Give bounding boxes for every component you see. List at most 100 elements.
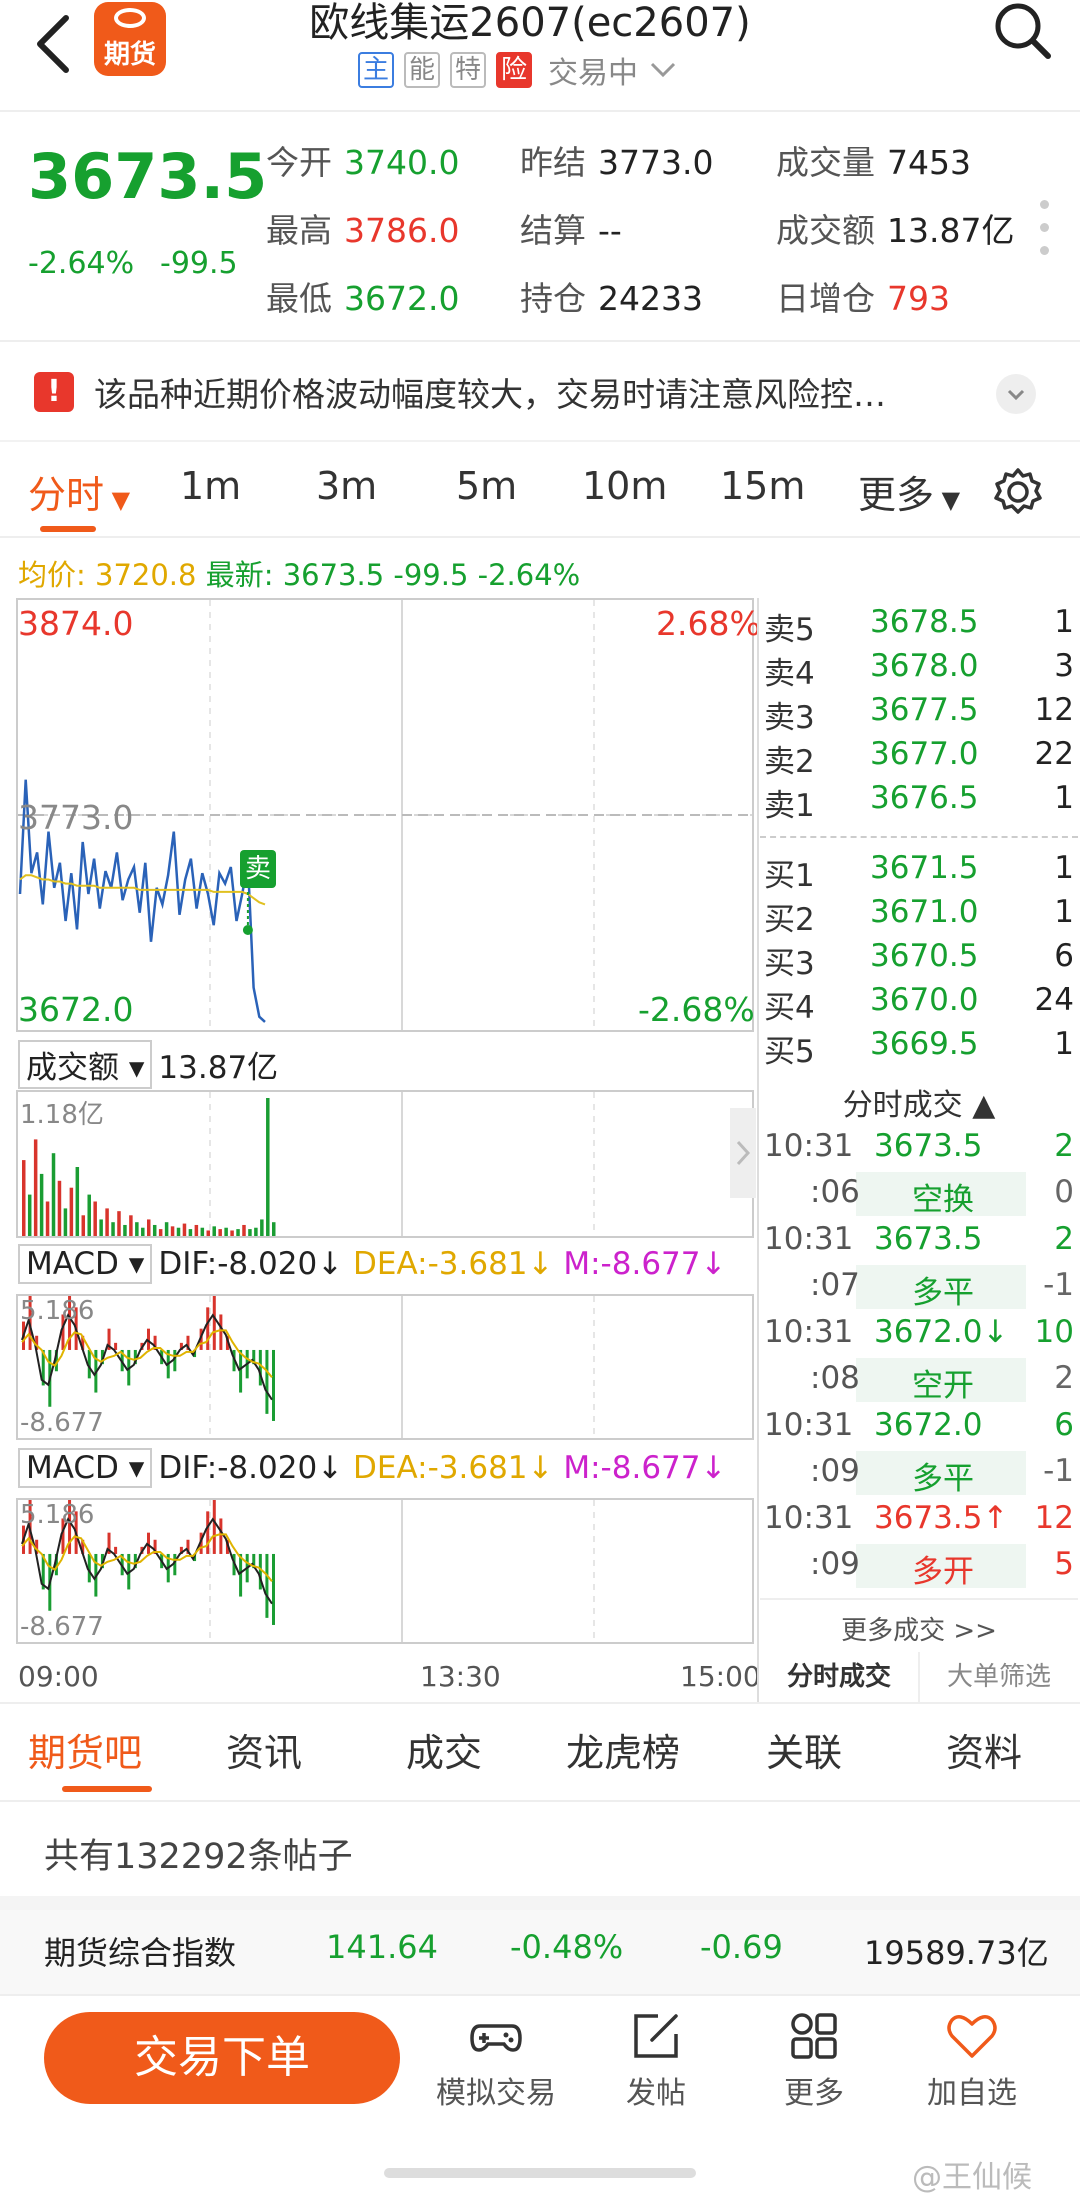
trade-detail-row: :09 多平 -1 bbox=[762, 1453, 1074, 1499]
macd-bar bbox=[239, 1349, 243, 1393]
tab-more[interactable]: 更多 ▼ bbox=[858, 464, 960, 519]
tab-10m[interactable]: 10m bbox=[582, 464, 667, 508]
bid-level[interactable]: 买4 3670.0 24 bbox=[762, 982, 1074, 1026]
chevron-down-icon[interactable] bbox=[648, 60, 678, 80]
index-turnover: 19589.73亿 bbox=[864, 1934, 1049, 1972]
risk-warning-text[interactable]: 该品种近期价格波动幅度较大，交易时请注意风险控… bbox=[94, 368, 886, 416]
trading-status: 交易中 bbox=[548, 56, 638, 91]
tab-futures-forum[interactable]: 期货吧 bbox=[28, 1722, 142, 1777]
trade-time: 10:31 bbox=[764, 1500, 854, 1536]
tab-15m[interactable]: 15m bbox=[720, 464, 805, 508]
macd-header-2[interactable]: MACD ▾ DIF:-8.020↓ DEA:-3.681↓ M:-8.677↓ bbox=[18, 1448, 726, 1488]
ask-level-price: 3678.0 bbox=[870, 648, 979, 684]
turnover-bar bbox=[129, 1215, 133, 1236]
contract-title: 欧线集运2607(ec2607) bbox=[309, 0, 751, 46]
ask-level-price: 3677.5 bbox=[870, 692, 979, 728]
search-icon[interactable] bbox=[992, 0, 1052, 60]
tag-main-contract[interactable]: 主 bbox=[358, 52, 394, 88]
simulated-trading-button[interactable]: 模拟交易 bbox=[426, 2008, 566, 2112]
ask-level[interactable]: 卖1 3676.5 1 bbox=[762, 780, 1074, 824]
tab-trades[interactable]: 成交 bbox=[406, 1722, 482, 1777]
trade-oi-change: -1 bbox=[1043, 1267, 1074, 1303]
sell-marker-dot bbox=[242, 925, 253, 935]
macd-chart-1[interactable] bbox=[16, 1294, 754, 1440]
expand-side-panel-handle[interactable] bbox=[730, 1108, 756, 1198]
turnover-indicator-header[interactable]: 成交额 ▾ 13.87亿 bbox=[18, 1040, 278, 1089]
post-button[interactable]: 发帖 bbox=[586, 2008, 726, 2112]
time-and-sales-title[interactable]: 分时成交 ▲ bbox=[760, 1080, 1078, 1124]
tab-3m[interactable]: 3m bbox=[316, 464, 377, 508]
trade-time: 10:31 bbox=[764, 1314, 854, 1350]
turnover-bar bbox=[152, 1224, 157, 1236]
ask-level[interactable]: 卖3 3677.5 12 bbox=[762, 692, 1074, 736]
trade-qty: 2 bbox=[1054, 1128, 1074, 1164]
add-to-watchlist-button[interactable]: 加自选 bbox=[902, 2008, 1042, 2112]
turnover-chart[interactable] bbox=[16, 1090, 754, 1238]
tab-5m[interactable]: 5m bbox=[456, 464, 517, 508]
turnover-bar bbox=[266, 1098, 270, 1236]
place-order-button[interactable]: 交易下单 bbox=[44, 2012, 400, 2104]
turnover-bar bbox=[254, 1227, 258, 1236]
expand-warning-button[interactable] bbox=[996, 374, 1036, 414]
bid-level[interactable]: 买5 3669.5 1 bbox=[762, 1026, 1074, 1070]
turnover-bar bbox=[123, 1224, 127, 1236]
bid-level[interactable]: 买3 3670.5 6 bbox=[762, 938, 1074, 982]
ask-level-label: 卖3 bbox=[764, 700, 815, 736]
trade-row[interactable]: 10:31 3673.5 2 bbox=[762, 1221, 1074, 1267]
trade-row[interactable]: 10:31 3673.5↑ 12 bbox=[762, 1500, 1074, 1546]
ask-level-price: 3678.5 bbox=[870, 604, 979, 640]
macd-bar bbox=[114, 1342, 118, 1350]
bid-level[interactable]: 买2 3671.0 1 bbox=[762, 894, 1074, 938]
trade-qty: 2 bbox=[1054, 1221, 1074, 1257]
bid-level-label: 买3 bbox=[764, 946, 815, 982]
more-stats-dots-icon[interactable] bbox=[1040, 200, 1050, 269]
sell-marker[interactable]: 卖 bbox=[240, 850, 276, 888]
ask-level-qty: 22 bbox=[1034, 736, 1074, 772]
more-trades-link[interactable]: 更多成交 >> bbox=[760, 1598, 1078, 1650]
trade-row[interactable]: 10:31 3672.0 6 bbox=[762, 1407, 1074, 1453]
turnover-bar bbox=[75, 1167, 80, 1236]
tab-news[interactable]: 资讯 bbox=[226, 1722, 302, 1777]
macd-header-1[interactable]: MACD ▾ DIF:-8.020↓ DEA:-3.681↓ M:-8.677↓ bbox=[18, 1244, 726, 1284]
turnover-bar bbox=[69, 1187, 74, 1236]
bid-level-price: 3670.5 bbox=[870, 938, 979, 974]
trade-row[interactable]: 10:31 3672.0↓ 10 bbox=[762, 1314, 1074, 1360]
divider bbox=[0, 1994, 1080, 1996]
turnover-bars-svg bbox=[22, 1092, 595, 1236]
turnover-bar bbox=[212, 1226, 216, 1236]
tab-profile[interactable]: 资料 bbox=[946, 1722, 1022, 1777]
tab-related[interactable]: 关联 bbox=[766, 1722, 842, 1777]
trade-time: 10:31 bbox=[764, 1128, 854, 1164]
turnover-bar bbox=[105, 1208, 109, 1236]
trade-time: 10:31 bbox=[764, 1407, 854, 1443]
macd-chart-2[interactable] bbox=[16, 1498, 754, 1644]
turnover-bar bbox=[260, 1219, 264, 1236]
ask-level[interactable]: 卖5 3678.5 1 bbox=[762, 604, 1074, 648]
tab-time-and-sales[interactable]: 分时成交 bbox=[760, 1652, 918, 1702]
tab-big-order-filter[interactable]: 大单筛选 bbox=[918, 1652, 1078, 1702]
ask-level[interactable]: 卖4 3678.0 3 bbox=[762, 648, 1074, 692]
ask-level[interactable]: 卖2 3677.0 22 bbox=[762, 736, 1074, 780]
turnover-bar bbox=[141, 1227, 145, 1236]
contract-tags: 主 能 特 险 交易中 bbox=[358, 50, 678, 91]
tab-intraday[interactable]: 分时 ▼ bbox=[28, 464, 130, 519]
turnover-bar bbox=[22, 1160, 26, 1236]
trade-row[interactable]: 10:31 3673.5 2 bbox=[762, 1128, 1074, 1174]
tag-risk[interactable]: 险 bbox=[496, 52, 532, 88]
more-button[interactable]: 更多 bbox=[744, 2008, 884, 2112]
back-arrow-icon[interactable] bbox=[30, 14, 80, 74]
trade-price: 3673.5↑ bbox=[874, 1500, 1009, 1536]
time-axis-mid: 13:30 bbox=[420, 1660, 501, 1693]
settings-gear-icon[interactable] bbox=[992, 466, 1044, 518]
tab-dragon-tiger-list[interactable]: 龙虎榜 bbox=[566, 1722, 680, 1777]
turnover-bar bbox=[224, 1227, 228, 1236]
home-indicator[interactable] bbox=[384, 2168, 696, 2178]
tab-1m[interactable]: 1m bbox=[180, 464, 241, 508]
bid-level[interactable]: 买1 3671.5 1 bbox=[762, 850, 1074, 894]
divider bbox=[0, 1702, 1080, 1704]
macd-bar bbox=[219, 1518, 223, 1554]
tag-energy[interactable]: 能 bbox=[404, 52, 440, 88]
divider bbox=[760, 836, 1078, 838]
tag-special[interactable]: 特 bbox=[450, 52, 486, 88]
macd-bar bbox=[272, 1553, 275, 1625]
